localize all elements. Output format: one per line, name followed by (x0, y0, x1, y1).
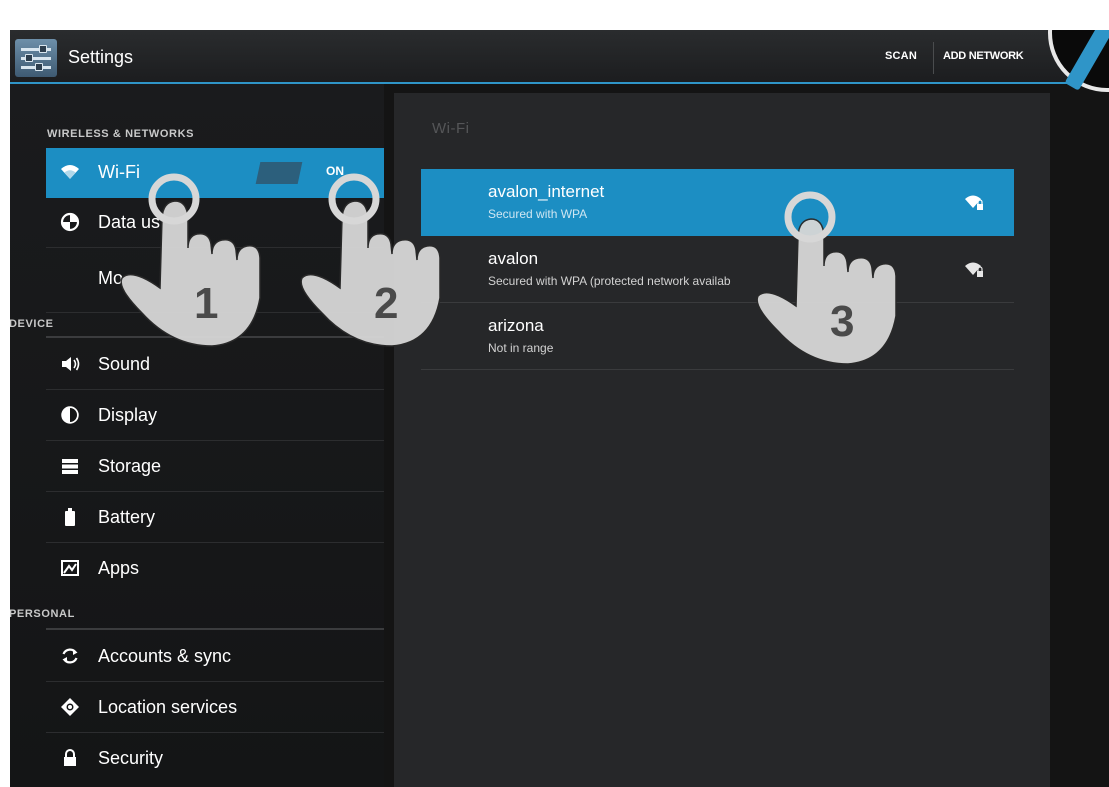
network-row-avalon-internet[interactable]: avalon_internet Secured with WPA (421, 169, 1014, 236)
sidebar-item-storage[interactable]: Storage (46, 442, 384, 492)
network-name: avalon (488, 249, 539, 268)
apps-icon (61, 560, 79, 576)
display-icon (61, 406, 79, 424)
sidebar-item-location[interactable]: Location services (46, 683, 384, 733)
action-bar-divider (933, 42, 934, 74)
network-status: Secured with WPA (488, 207, 588, 221)
sidebar-item-security[interactable]: Security (46, 734, 384, 784)
tap-gesture-hand-2: 2 (292, 168, 462, 348)
speaker-icon (62, 357, 80, 371)
wifi-icon (61, 165, 79, 179)
location-icon (61, 698, 79, 716)
tap-gesture-hand-1: 1 (112, 168, 282, 348)
network-status: Not in range (488, 341, 554, 355)
network-status: Secured with WPA (protected network avai… (488, 274, 731, 288)
sync-icon (62, 648, 78, 664)
settings-app-icon[interactable] (15, 39, 57, 77)
sidebar-item-apps[interactable]: Apps (46, 544, 384, 594)
network-name: arizona (488, 316, 544, 335)
sidebar-item-label: Battery (98, 507, 156, 527)
storage-icon (62, 459, 78, 474)
wifi-networks-panel: Wi-Fi avalon_internet Secured with WPA a… (394, 93, 1050, 787)
sidebar-item-label: Accounts & sync (98, 646, 232, 666)
wifi-signal-locked-icon (965, 195, 983, 210)
network-row-arizona[interactable]: arizona Not in range (421, 303, 1014, 370)
gesture-step-label: 1 (194, 279, 218, 328)
gesture-step-label: 2 (374, 279, 398, 328)
sidebar-item-battery[interactable]: Battery (46, 493, 384, 543)
gesture-step-label: 3 (830, 297, 854, 346)
panel-title: Wi-Fi (432, 120, 470, 137)
network-row-avalon[interactable]: avalon Secured with WPA (protected netwo… (421, 236, 1014, 303)
sidebar-item-label: Apps (98, 558, 140, 578)
battery-icon (65, 508, 75, 526)
sidebar-item-accounts-sync[interactable]: Accounts & sync (46, 632, 384, 682)
network-name: avalon_internet (488, 182, 605, 201)
lock-icon (64, 749, 76, 766)
sidebar-item-label: Location services (98, 697, 238, 717)
sidebar-item-label: Storage (98, 456, 162, 476)
add-network-button[interactable]: ADD NETWORK (943, 50, 1024, 62)
sidebar-item-label: Display (98, 405, 158, 425)
sidebar-item-display[interactable]: Display (46, 391, 384, 441)
tap-gesture-hand-3: 3 (748, 186, 918, 366)
action-bar: Settings SCAN ADD NETWORK (10, 30, 1109, 84)
sidebar-item-label: Security (98, 748, 164, 768)
sidebar-item-label: Sound (98, 354, 151, 374)
scan-button[interactable]: SCAN (885, 50, 917, 62)
wifi-signal-locked-icon (965, 262, 983, 277)
tablet-screen: Settings SCAN ADD NETWORK WIRELESS & NET… (10, 30, 1109, 787)
app-title: Settings (68, 47, 134, 67)
data-usage-icon (60, 212, 80, 232)
